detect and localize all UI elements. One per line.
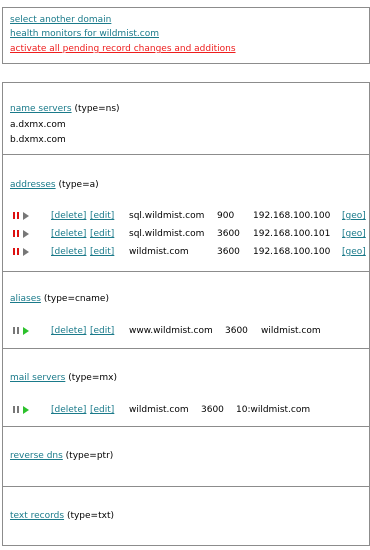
addresses-link[interactable]: addresses <box>10 180 56 190</box>
divider <box>3 271 369 272</box>
edit-link[interactable]: [edit] <box>90 209 114 223</box>
geo-link[interactable]: [geo] <box>342 245 366 259</box>
ns-value: a.dxmx.com <box>10 120 66 130</box>
play-icon <box>23 406 29 414</box>
text-records-link[interactable]: text records <box>10 511 64 521</box>
txt-type-label: (type=txt) <box>66 511 114 521</box>
play-icon <box>23 212 29 220</box>
divider <box>3 486 369 487</box>
ptr-type-label: (type=ptr) <box>65 451 114 461</box>
record-host: wildmist.com <box>129 405 189 415</box>
edit-link[interactable]: [edit] <box>90 324 114 338</box>
record-value: wildmist.com <box>261 326 321 336</box>
dns-records-panel: name servers (type=ns) a.dxmx.com b.dxmx… <box>2 82 370 546</box>
record-value: 10:wildmist.com <box>236 405 311 415</box>
table-row: [delete] [edit] sql.wildmist.com 900 192… <box>3 209 369 223</box>
pause-icon <box>17 406 19 413</box>
geo-link[interactable]: [geo] <box>342 227 366 241</box>
reverse-dns-link[interactable]: reverse dns <box>10 451 63 461</box>
a-type-label: (type=a) <box>58 180 99 190</box>
section-header-mx: mail servers (type=mx) <box>10 372 117 384</box>
table-row: [delete] [edit] sql.wildmist.com 3600 19… <box>3 227 369 241</box>
record-ttl: 3600 <box>225 326 248 336</box>
delete-link[interactable]: [delete] <box>51 324 86 338</box>
pause-icon <box>17 230 19 237</box>
record-status-icons[interactable] <box>13 212 39 220</box>
health-monitors-link[interactable]: health monitors for wildmist.com <box>10 28 159 40</box>
ns-value: b.dxmx.com <box>10 135 66 145</box>
edit-link[interactable]: [edit] <box>90 403 114 417</box>
divider <box>3 426 369 427</box>
geo-link[interactable]: [geo] <box>342 209 366 223</box>
ns-type-label: (type=ns) <box>74 104 120 114</box>
divider <box>3 348 369 349</box>
edit-link[interactable]: [edit] <box>90 227 114 241</box>
pause-icon <box>17 212 19 219</box>
play-icon <box>23 248 29 256</box>
pause-icon <box>17 248 19 255</box>
section-header-a: addresses (type=a) <box>10 179 99 191</box>
section-header-ns: name servers (type=ns) <box>10 103 120 115</box>
section-header-txt: text records (type=txt) <box>10 510 114 522</box>
name-servers-link[interactable]: name servers <box>10 104 72 114</box>
delete-link[interactable]: [delete] <box>51 403 86 417</box>
edit-link[interactable]: [edit] <box>90 245 114 259</box>
table-row: [delete] [edit] www.wildmist.com 3600 wi… <box>3 324 369 338</box>
delete-link[interactable]: [delete] <box>51 245 86 259</box>
pause-icon <box>13 327 15 334</box>
record-value: 192.168.100.100 <box>253 247 331 257</box>
record-value: 192.168.100.101 <box>253 229 331 239</box>
select-domain-link[interactable]: select another domain <box>10 14 111 26</box>
record-ttl: 3600 <box>217 247 240 257</box>
record-ttl: 3600 <box>217 229 240 239</box>
table-row: [delete] [edit] wildmist.com 3600 192.16… <box>3 245 369 259</box>
domain-actions-panel: select another domain health monitors fo… <box>2 7 370 64</box>
record-status-icons[interactable] <box>13 230 39 238</box>
delete-link[interactable]: [delete] <box>51 209 86 223</box>
section-header-cname: aliases (type=cname) <box>10 293 109 305</box>
activate-pending-link[interactable]: activate all pending record changes and … <box>10 43 236 55</box>
pause-icon <box>13 230 15 237</box>
record-ttl: 900 <box>217 211 235 221</box>
mail-servers-link[interactable]: mail servers <box>10 373 65 383</box>
record-host: sql.wildmist.com <box>129 211 205 221</box>
pause-icon <box>13 212 15 219</box>
record-ttl: 3600 <box>201 405 224 415</box>
record-status-icons[interactable] <box>13 406 39 414</box>
cname-type-label: (type=cname) <box>43 294 109 304</box>
record-host: sql.wildmist.com <box>129 229 205 239</box>
delete-link[interactable]: [delete] <box>51 227 86 241</box>
pause-icon <box>17 327 19 334</box>
divider <box>3 154 369 155</box>
pause-icon <box>13 406 15 413</box>
record-status-icons[interactable] <box>13 327 39 335</box>
aliases-link[interactable]: aliases <box>10 294 41 304</box>
section-header-ptr: reverse dns (type=ptr) <box>10 450 113 462</box>
pause-icon <box>13 248 15 255</box>
record-host: www.wildmist.com <box>129 326 213 336</box>
record-host: wildmist.com <box>129 247 189 257</box>
record-value: 192.168.100.100 <box>253 211 331 221</box>
table-row: [delete] [edit] wildmist.com 3600 10:wil… <box>3 403 369 417</box>
mx-type-label: (type=mx) <box>68 373 117 383</box>
record-status-icons[interactable] <box>13 248 39 256</box>
play-icon <box>23 230 29 238</box>
play-icon <box>23 327 29 335</box>
